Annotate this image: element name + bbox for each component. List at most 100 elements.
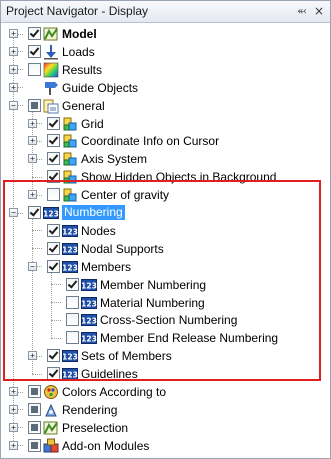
checkbox[interactable] bbox=[47, 241, 60, 255]
checkbox[interactable] bbox=[28, 385, 41, 398]
expand-icon[interactable]: + bbox=[28, 154, 37, 164]
numbering-icon: 123 bbox=[81, 277, 97, 293]
tree-item-label: Axis System bbox=[81, 152, 148, 167]
tree-item-label: Member End Release Numbering bbox=[100, 331, 279, 346]
checkbox[interactable] bbox=[66, 313, 79, 327]
checkbox[interactable] bbox=[47, 188, 60, 202]
expand-icon[interactable]: + bbox=[9, 46, 18, 56]
checkbox[interactable] bbox=[28, 27, 41, 40]
tree-item-label: Grid bbox=[81, 116, 104, 131]
svg-text:123: 123 bbox=[81, 317, 97, 326]
checkbox[interactable] bbox=[66, 277, 79, 291]
tree-item-sets-of-members[interactable]: +123 Sets of Members bbox=[1, 347, 330, 365]
svg-text:123: 123 bbox=[62, 227, 78, 236]
svg-text:123: 123 bbox=[62, 263, 78, 272]
checkbox[interactable] bbox=[47, 349, 60, 363]
tree-item-member-numbering[interactable]: 123 Member Numbering bbox=[1, 276, 330, 294]
checkbox[interactable] bbox=[47, 170, 60, 184]
checkbox[interactable] bbox=[28, 420, 41, 434]
tree-item-general[interactable]: − General bbox=[1, 97, 330, 115]
tree-item-label: Coordinate Info on Cursor bbox=[81, 134, 220, 149]
collapse-icon[interactable]: − bbox=[28, 261, 37, 271]
tree-item-preselection[interactable]: + Preselection bbox=[1, 419, 330, 437]
tree-item-material-numbering[interactable]: 123 Material Numbering bbox=[1, 294, 330, 312]
results-icon bbox=[43, 62, 59, 78]
tree-item-center-of-gravity[interactable]: + Center of gravity bbox=[1, 186, 330, 204]
numbering-icon: 123 bbox=[62, 259, 78, 275]
checkbox[interactable] bbox=[28, 44, 41, 58]
tree-item-add-on-modules[interactable]: + Add-on Modules bbox=[1, 437, 330, 455]
expand-icon[interactable]: + bbox=[28, 351, 37, 361]
expand-icon[interactable]: + bbox=[9, 64, 18, 74]
tree-item-label: Rendering bbox=[62, 402, 118, 417]
tree-item-label: Members bbox=[81, 259, 132, 274]
checkbox[interactable] bbox=[47, 367, 60, 381]
svg-text:123: 123 bbox=[81, 335, 97, 344]
tree-item-label: Loads bbox=[62, 44, 95, 59]
checkbox[interactable] bbox=[28, 98, 41, 112]
expand-icon[interactable]: + bbox=[9, 82, 18, 92]
numbering-icon: 123 bbox=[62, 366, 78, 382]
expand-icon[interactable]: + bbox=[28, 118, 37, 128]
tree-item-label: Model bbox=[62, 27, 97, 41]
checkbox[interactable] bbox=[28, 206, 41, 219]
checkbox[interactable] bbox=[66, 331, 79, 345]
tree-item-guide-objects[interactable]: + Guide Objects bbox=[1, 79, 330, 97]
tree-item-results[interactable]: + Results bbox=[1, 61, 330, 79]
checkbox[interactable] bbox=[47, 259, 60, 273]
expand-icon[interactable]: + bbox=[9, 387, 18, 396]
general-icon bbox=[43, 98, 59, 114]
expand-icon[interactable]: + bbox=[9, 422, 18, 432]
axis-system-icon bbox=[62, 151, 78, 167]
project-navigator-panel: Project Navigator - Display ⬻ × + Model + L… bbox=[0, 0, 331, 459]
checkbox[interactable] bbox=[47, 134, 60, 148]
tree-item-model[interactable]: + Model bbox=[1, 25, 330, 43]
numbering-icon: 123 bbox=[81, 330, 97, 346]
checkbox[interactable] bbox=[47, 223, 60, 237]
tree-item-coordinate-info-on-cursor[interactable]: + Coordinate Info on Cursor bbox=[1, 132, 330, 150]
tree-item-loads[interactable]: + Loads bbox=[1, 43, 330, 61]
checkbox[interactable] bbox=[28, 62, 41, 76]
colors-according-icon bbox=[43, 384, 59, 400]
expand-icon[interactable]: + bbox=[9, 404, 18, 414]
expand-icon[interactable]: + bbox=[28, 190, 37, 200]
tree-item-grid[interactable]: + Grid bbox=[1, 115, 330, 133]
checkbox[interactable] bbox=[66, 295, 79, 309]
tree-item-label: Sets of Members bbox=[81, 349, 172, 364]
checkbox[interactable] bbox=[47, 152, 60, 166]
tree-item-guidelines[interactable]: 123 Guidelines bbox=[1, 365, 330, 383]
tree-item-rendering[interactable]: + Rendering bbox=[1, 401, 330, 419]
panel-titlebar: Project Navigator - Display ⬻ × bbox=[1, 1, 330, 23]
close-icon[interactable]: × bbox=[312, 4, 326, 18]
tree-item-numbering[interactable]: − 123 Numbering bbox=[1, 204, 330, 222]
expand-icon[interactable]: + bbox=[28, 136, 37, 146]
collapse-icon[interactable]: − bbox=[9, 208, 18, 217]
tree-item-members[interactable]: − 123 Members bbox=[1, 258, 330, 276]
tree-item-label: Preselection bbox=[62, 420, 129, 435]
expand-icon[interactable]: + bbox=[9, 29, 18, 38]
pin-icon[interactable]: ⬻ bbox=[295, 4, 309, 18]
tree-item-label: Member Numbering bbox=[100, 277, 207, 292]
tree-item-label: Colors According to bbox=[62, 385, 167, 399]
checkbox[interactable] bbox=[28, 402, 41, 416]
tree-item-label: Guidelines bbox=[81, 367, 138, 382]
numbering-icon: 123 bbox=[62, 223, 78, 239]
checkbox[interactable] bbox=[28, 438, 41, 452]
svg-text:123: 123 bbox=[62, 371, 78, 380]
collapse-icon[interactable]: − bbox=[9, 100, 18, 110]
numbering-icon: 123 bbox=[62, 241, 78, 257]
tree-item-nodes[interactable]: 123 Nodes bbox=[1, 222, 330, 240]
checkbox[interactable] bbox=[47, 116, 60, 130]
display-tree: + Model + Loads + Results + Guide Objects − Gener… bbox=[1, 23, 330, 458]
svg-text:123: 123 bbox=[62, 353, 78, 362]
add-on-modules-icon bbox=[43, 438, 59, 454]
tree-item-show-hidden-objects-in-background[interactable]: Show Hidden Objects in Background bbox=[1, 168, 330, 186]
tree-item-colors-according-to[interactable]: + Colors According to bbox=[1, 383, 330, 401]
tree-item-member-end-release-numbering[interactable]: 123 Member End Release Numbering bbox=[1, 329, 330, 347]
tree-item-axis-system[interactable]: + Axis System bbox=[1, 150, 330, 168]
coordinate-info-icon bbox=[62, 133, 78, 149]
expand-icon[interactable]: + bbox=[9, 440, 18, 450]
tree-item-nodal-supports[interactable]: 123 Nodal Supports bbox=[1, 240, 330, 258]
tree-item-label: Guide Objects bbox=[62, 80, 139, 95]
tree-item-cross-section-numbering[interactable]: 123 Cross-Section Numbering bbox=[1, 311, 330, 329]
